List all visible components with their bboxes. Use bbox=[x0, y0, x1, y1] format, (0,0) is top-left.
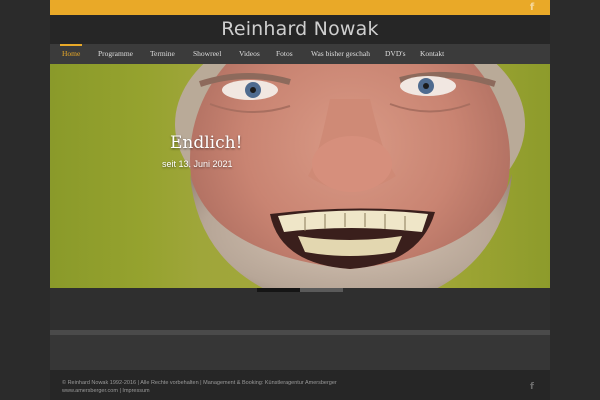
header: Reinhard Nowak bbox=[50, 15, 550, 44]
nav-item-showreel[interactable]: Showreel bbox=[193, 44, 221, 64]
nav-item-kontakt[interactable]: Kontakt bbox=[420, 44, 444, 64]
nav-item-fotos[interactable]: Fotos bbox=[276, 44, 293, 64]
facebook-icon[interactable]: f bbox=[528, 382, 536, 392]
facebook-icon[interactable]: f bbox=[528, 2, 536, 13]
top-bar: f bbox=[50, 0, 550, 15]
nav-item-was-bisher-geschah[interactable]: Was bisher geschah bbox=[311, 44, 370, 64]
hero-subtitle: seit 13. Juni 2021 bbox=[162, 159, 233, 169]
site-title[interactable]: Reinhard Nowak bbox=[50, 15, 550, 44]
slider-dot-1[interactable] bbox=[257, 288, 300, 292]
footer-copyright: © Reinhard Nowak 1992-2016 | Alle Rechte… bbox=[62, 380, 337, 386]
hero-photo bbox=[175, 64, 525, 288]
content-band bbox=[50, 335, 550, 370]
main-nav: Home Programme Termine Showreel Videos F… bbox=[50, 44, 550, 64]
hero-slider[interactable]: Endlich! seit 13. Juni 2021 bbox=[50, 64, 550, 288]
footer: © Reinhard Nowak 1992-2016 | Alle Rechte… bbox=[50, 370, 550, 400]
hero-title: Endlich! bbox=[170, 133, 243, 153]
nav-item-home[interactable]: Home bbox=[59, 44, 83, 64]
footer-links[interactable]: www.amersberger.com | Impressum bbox=[62, 388, 150, 394]
page: f Reinhard Nowak Home Programme Termine … bbox=[50, 0, 550, 400]
nav-item-termine[interactable]: Termine bbox=[150, 44, 175, 64]
nav-item-dvds[interactable]: DVD's bbox=[385, 44, 406, 64]
slider-dot-2[interactable] bbox=[300, 288, 343, 292]
slider-controls bbox=[50, 288, 550, 330]
nav-item-videos[interactable]: Videos bbox=[239, 44, 260, 64]
nav-item-programme[interactable]: Programme bbox=[98, 44, 133, 64]
